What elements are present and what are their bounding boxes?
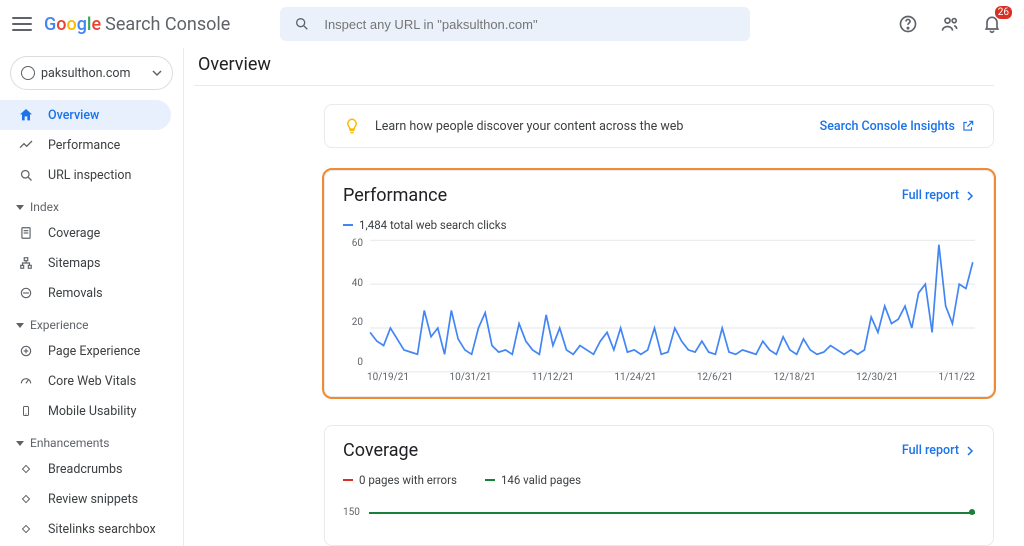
sidebar-item-label: Review snippets: [48, 492, 138, 507]
insights-link[interactable]: Search Console Insights: [820, 119, 975, 134]
notifications-button[interactable]: 26: [980, 12, 1004, 36]
legend-swatch-red: [343, 479, 353, 481]
sidebar-item-label: Breadcrumbs: [48, 462, 123, 477]
sidebar-item-review-snippets[interactable]: Review snippets: [0, 484, 171, 514]
diamond-icon: [18, 521, 34, 537]
sidebar-item-sitemaps[interactable]: Sitemaps: [0, 248, 171, 278]
coverage-errors-legend: 0 pages with errors: [343, 473, 457, 487]
sidebar-item-label: Coverage: [48, 226, 100, 241]
sidebar-item-label: URL inspection: [48, 168, 131, 183]
remove-icon: [18, 285, 34, 301]
performance-full-report-link[interactable]: Full report: [902, 188, 975, 203]
url-inspection-input[interactable]: [324, 17, 736, 32]
sidebar-item-breadcrumbs[interactable]: Breadcrumbs: [0, 454, 171, 484]
legend-swatch-blue: [343, 224, 353, 226]
sidebar-group-experience[interactable]: Experience: [0, 308, 183, 336]
globe-icon: [21, 66, 35, 80]
sidebar-item-removals[interactable]: Removals: [0, 278, 171, 308]
sidebar-item-label: Overview: [48, 108, 99, 123]
sidebar-item-label: Mobile Usability: [48, 404, 136, 419]
insights-link-label: Search Console Insights: [820, 119, 955, 134]
sidebar-item-performance[interactable]: Performance: [0, 130, 171, 160]
coverage-full-report-link[interactable]: Full report: [902, 443, 975, 458]
legend-swatch-green: [485, 479, 495, 481]
sidebar-group-index[interactable]: Index: [0, 190, 183, 218]
chevron-down-icon: [16, 205, 24, 210]
document-icon: [18, 225, 34, 241]
coverage-chart: 150: [343, 507, 975, 537]
property-selector[interactable]: paksulthon.com: [10, 56, 173, 90]
chevron-down-icon: [16, 323, 24, 328]
performance-legend: 1,484 total web search clicks: [343, 218, 975, 232]
coverage-valid-legend: 146 valid pages: [485, 473, 581, 487]
users-button[interactable]: [938, 12, 962, 36]
group-label: Index: [30, 200, 59, 214]
top-bar: Google Search Console 26: [0, 0, 1024, 48]
mobile-icon: [18, 403, 34, 419]
users-icon: [940, 14, 960, 34]
sidebar-item-label: Page Experience: [48, 344, 140, 359]
diamond-icon: [18, 461, 34, 477]
coverage-ytick: 150: [343, 507, 360, 518]
product-logo: Google Search Console: [44, 14, 230, 35]
sidebar: paksulthon.com Overview Performance URL …: [0, 48, 184, 546]
main-content: Overview Learn how people discover your …: [184, 48, 1024, 546]
sidebar-item-url-inspection[interactable]: URL inspection: [0, 160, 171, 190]
lightbulb-icon: [343, 117, 361, 135]
search-icon: [18, 167, 34, 183]
search-icon: [294, 16, 310, 32]
full-report-label: Full report: [902, 188, 959, 203]
insights-text: Learn how people discover your content a…: [375, 119, 683, 134]
coverage-valid-text: 146 valid pages: [501, 473, 581, 487]
performance-chart: 6040200 10/19/2110/31/2111/12/2111/24/21…: [343, 238, 975, 388]
google-logo: Google: [44, 14, 101, 35]
sidebar-item-sitelinks-searchbox[interactable]: Sitelinks searchbox: [0, 514, 171, 544]
notifications-badge: 26: [995, 6, 1012, 19]
sidebar-item-page-experience[interactable]: Page Experience: [0, 336, 171, 366]
url-inspection-searchbox[interactable]: [280, 7, 750, 41]
help-button[interactable]: [896, 12, 920, 36]
sidebar-group-enhancements[interactable]: Enhancements: [0, 426, 183, 454]
insights-banner: Learn how people discover your content a…: [324, 104, 994, 148]
sidebar-item-overview[interactable]: Overview: [0, 100, 171, 130]
home-icon: [18, 107, 34, 123]
diamond-icon: [18, 491, 34, 507]
trend-icon: [18, 137, 34, 153]
chevron-down-icon: [152, 68, 162, 78]
sidebar-item-label: Core Web Vitals: [48, 374, 136, 389]
group-label: Experience: [30, 318, 89, 332]
hamburger-menu-button[interactable]: [10, 12, 34, 36]
coverage-card: Coverage Full report 0 pages with errors…: [324, 425, 994, 546]
coverage-title: Coverage: [343, 440, 418, 461]
sidebar-item-label: Performance: [48, 138, 120, 153]
sidebar-item-mobile-usability[interactable]: Mobile Usability: [0, 396, 171, 426]
help-icon: [898, 14, 918, 34]
sidebar-item-label: Removals: [48, 286, 103, 301]
performance-legend-text: 1,484 total web search clicks: [359, 218, 507, 232]
plus-circle-icon: [18, 343, 34, 359]
coverage-errors-text: 0 pages with errors: [359, 473, 457, 487]
performance-title: Performance: [343, 185, 447, 206]
page-title: Overview: [194, 54, 994, 86]
sidebar-item-core-web-vitals[interactable]: Core Web Vitals: [0, 366, 171, 396]
group-label: Enhancements: [30, 436, 110, 450]
open-in-new-icon: [961, 119, 975, 133]
chevron-right-icon: [965, 446, 975, 456]
full-report-label: Full report: [902, 443, 959, 458]
sitemap-icon: [18, 255, 34, 271]
gauge-icon: [18, 373, 34, 389]
property-name: paksulthon.com: [41, 66, 130, 81]
performance-card: Performance Full report 1,484 total web …: [324, 170, 994, 397]
sidebar-item-label: Sitelinks searchbox: [48, 522, 156, 537]
product-name: Search Console: [105, 14, 230, 35]
chevron-down-icon: [16, 441, 24, 446]
sidebar-item-coverage[interactable]: Coverage: [0, 218, 171, 248]
chevron-right-icon: [965, 191, 975, 201]
sidebar-item-label: Sitemaps: [48, 256, 100, 271]
